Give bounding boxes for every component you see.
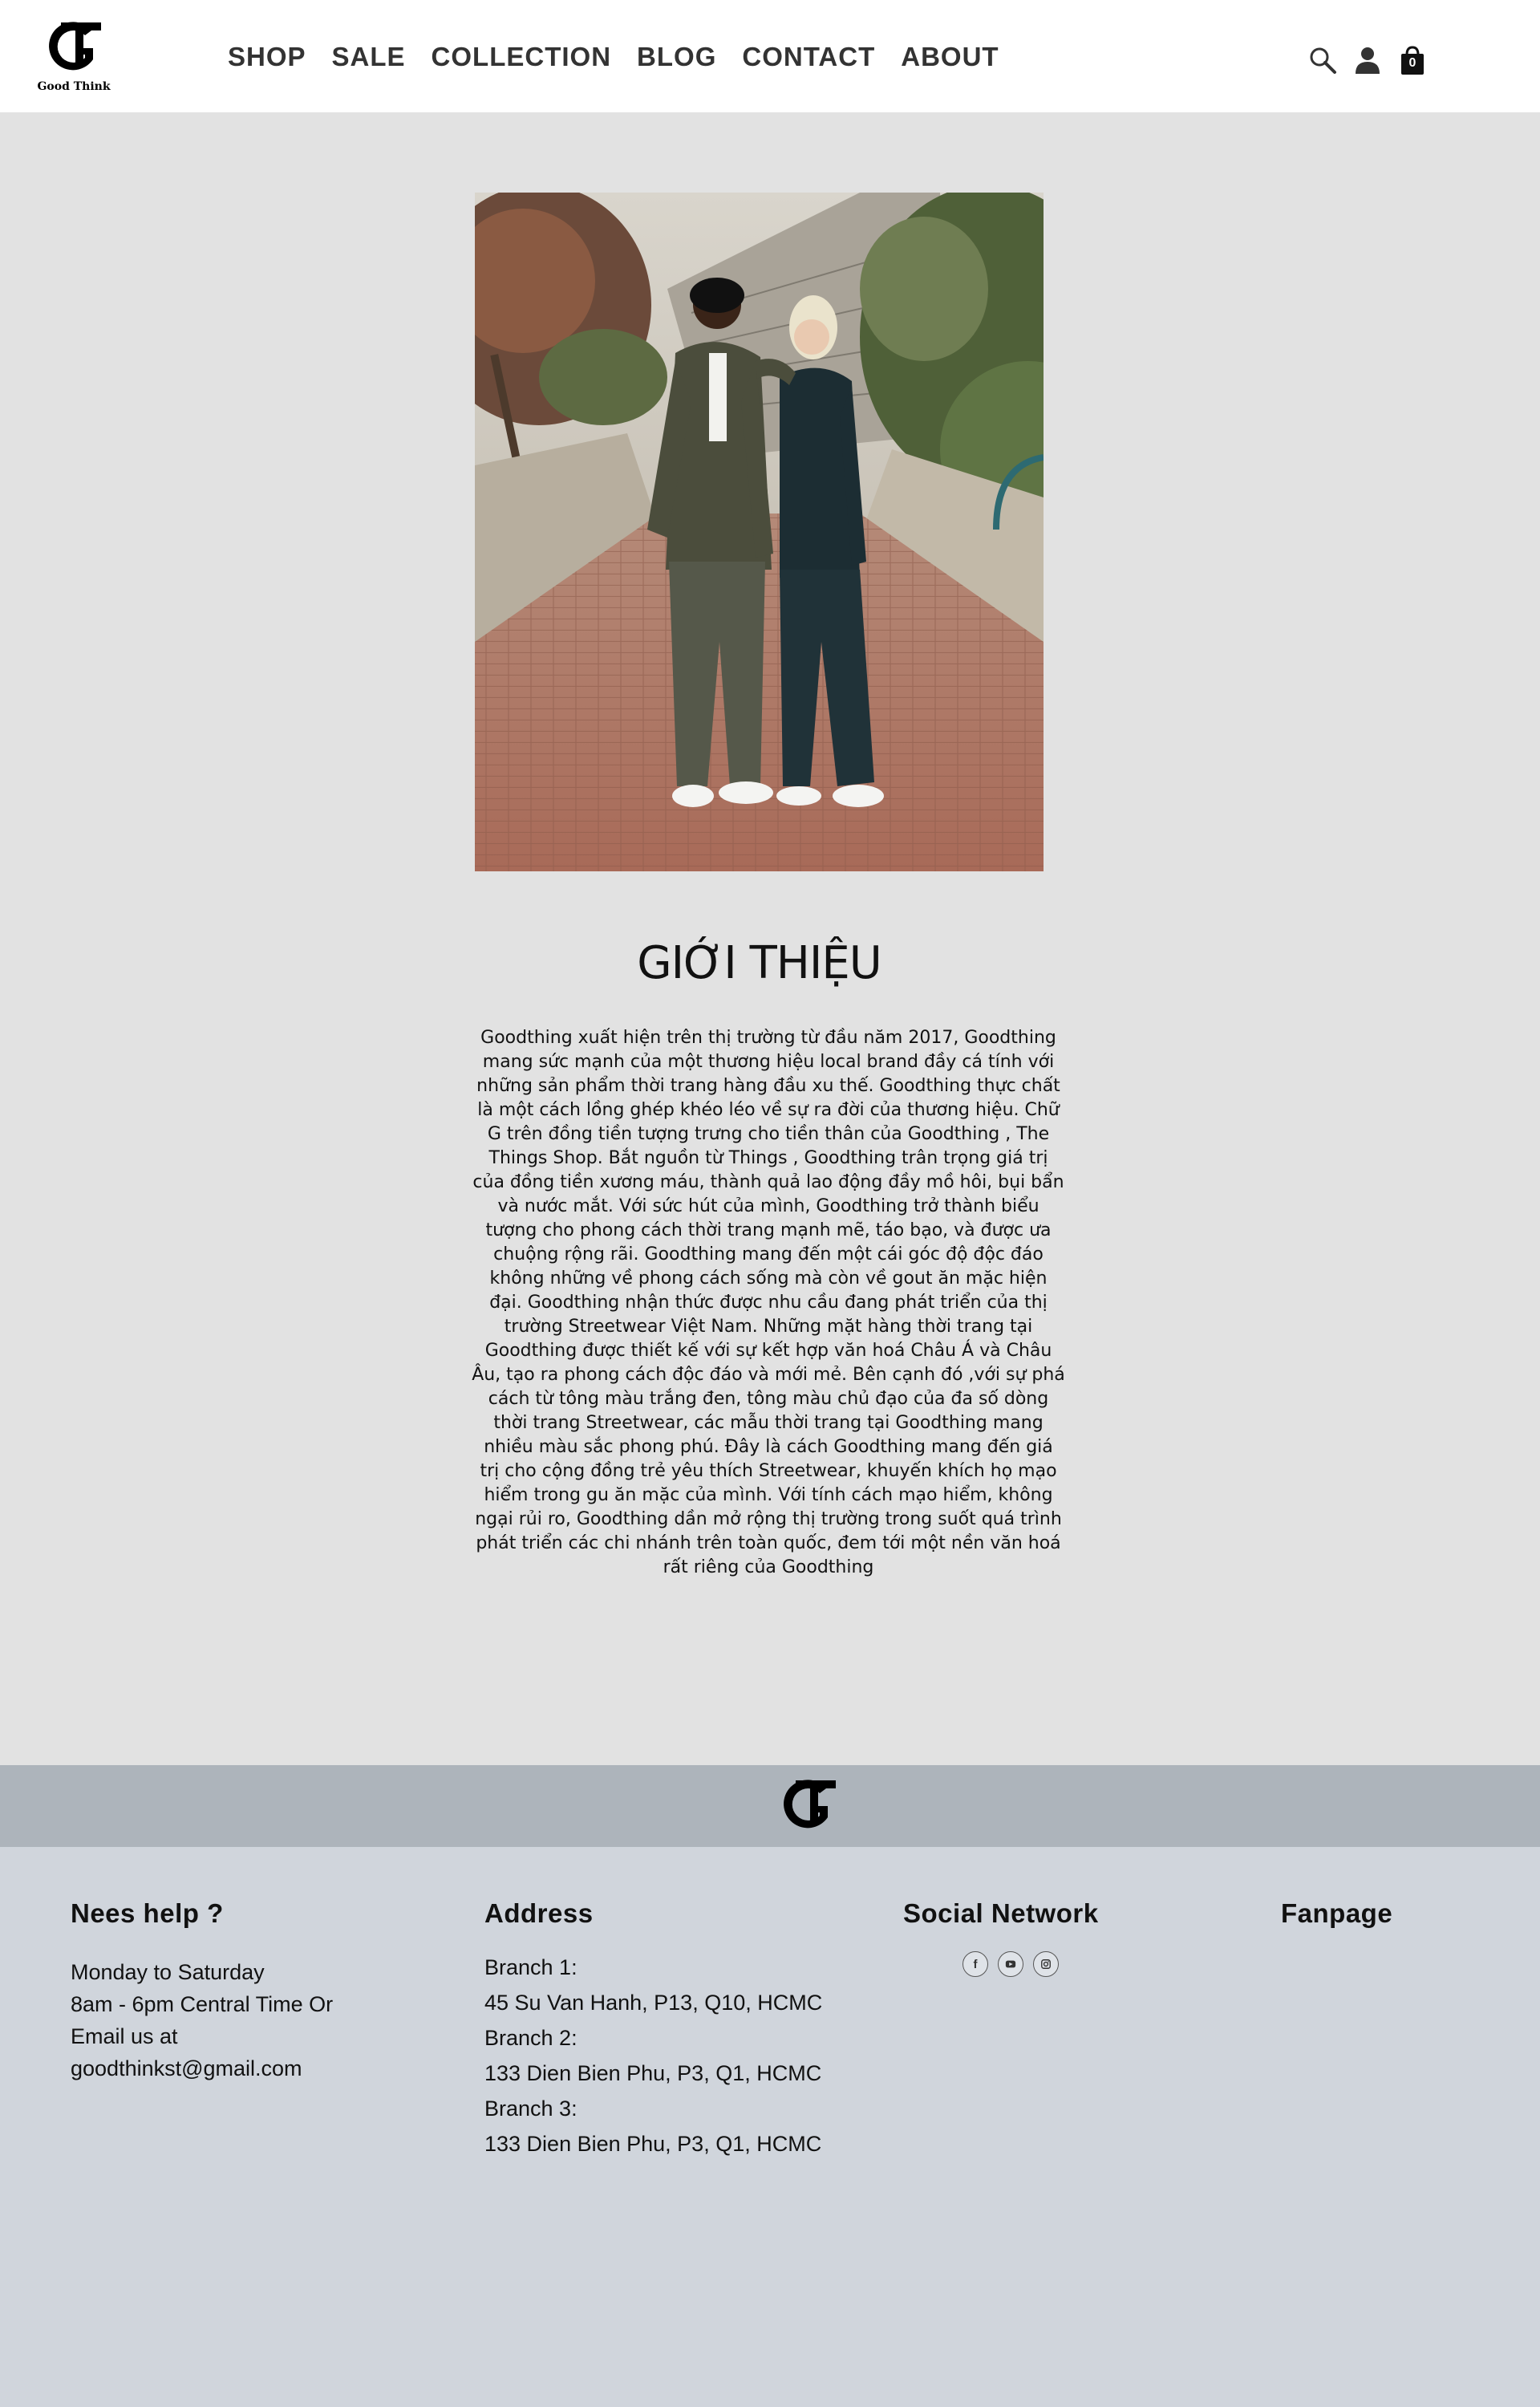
nav-item-shop[interactable]: SHOP (228, 42, 306, 72)
nav-item-contact[interactable]: CONTACT (742, 42, 875, 72)
main-nav: SHOP SALE COLLECTION BLOG CONTACT ABOUT (228, 42, 999, 72)
footer-help-email-label: Email us at (71, 2024, 178, 2048)
footer-help-hours-time: 8am - 6pm Central Time Or (71, 1992, 334, 2016)
gt-logo-icon[interactable] (778, 1777, 839, 1835)
intro-paragraph: Goodthing xuất hiện trên thị trường từ đ… (472, 1028, 1065, 1577)
footer-fanpage-title: Fanpage (1281, 1898, 1393, 1928)
logo-text: Good Think (37, 80, 111, 93)
nav-item-collection[interactable]: COLLECTION (432, 42, 611, 72)
youtube-icon[interactable] (998, 1951, 1023, 1977)
footer-social-title: Social Network (903, 1898, 1099, 1928)
footer-social: Social Network f (903, 1898, 1144, 1977)
branch-3-address: 133 Dien Bien Phu, P3, Q1, HCMC (484, 2132, 822, 2156)
cart-count-badge: 0 (1408, 56, 1416, 70)
social-links: f (962, 1951, 1144, 1977)
gt-logo-icon (49, 22, 101, 71)
branch-1-label: Branch 1: (484, 1955, 578, 1979)
footer-logo-band (0, 1765, 1540, 1847)
header-actions: 0 (1307, 45, 1428, 75)
nav-item-blog[interactable]: BLOG (637, 42, 716, 72)
footer-help-hours-days: Monday to Saturday (71, 1960, 265, 1984)
footer-help: Nees help ? Monday to Saturday 8am - 6pm… (71, 1898, 391, 2084)
footer-fanpage: Fanpage (1281, 1898, 1522, 1929)
instagram-icon[interactable] (1033, 1951, 1059, 1977)
branch-2-address: 133 Dien Bien Phu, P3, Q1, HCMC (484, 2061, 822, 2085)
branch-2-label: Branch 2: (484, 2026, 578, 2050)
brand-logo[interactable]: Good Think (26, 19, 122, 99)
footer-address: Address Branch 1: 45 Su Van Hanh, P13, Q… (484, 1898, 869, 2161)
hero-image (475, 193, 1044, 871)
footer-address-title: Address (484, 1898, 594, 1928)
page-title: GIỚI THIỆU (637, 937, 882, 989)
branch-3-label: Branch 3: (484, 2096, 578, 2121)
search-icon[interactable] (1307, 45, 1338, 75)
user-icon[interactable] (1352, 45, 1383, 75)
site-footer: Nees help ? Monday to Saturday 8am - 6pm… (0, 1847, 1540, 2407)
footer-help-email-link[interactable]: goodthinkst@gmail.com (71, 2052, 391, 2084)
branch-1-address: 45 Su Van Hanh, P13, Q10, HCMC (484, 1991, 823, 2015)
footer-help-title: Nees help ? (71, 1898, 224, 1928)
site-header: Good Think SHOP SALE COLLECTION BLOG CON… (0, 0, 1540, 112)
nav-item-sale[interactable]: SALE (332, 42, 406, 72)
nav-item-about[interactable]: ABOUT (901, 42, 999, 72)
facebook-icon[interactable]: f (962, 1951, 988, 1977)
shopping-bag-icon[interactable]: 0 (1397, 45, 1428, 75)
